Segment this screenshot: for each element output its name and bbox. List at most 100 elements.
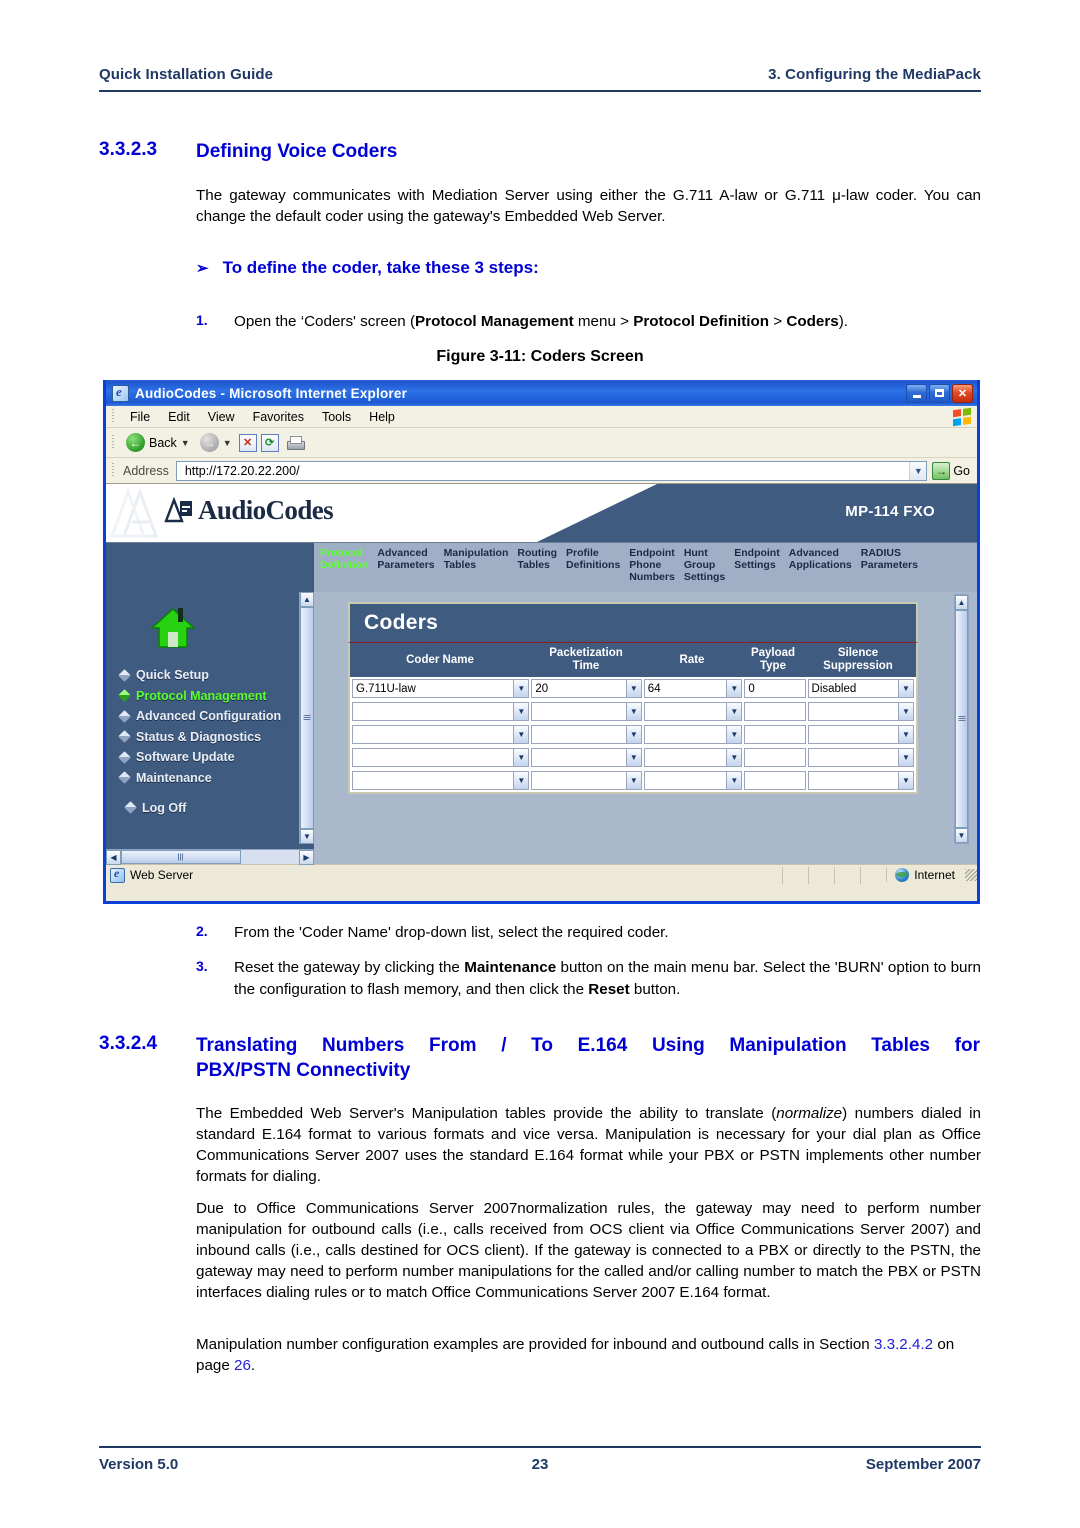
chevron-down-icon[interactable]: ▼	[898, 726, 913, 744]
silence-suppression-select[interactable]: ▼	[807, 771, 914, 791]
rate-select[interactable]: 64 ▼	[643, 679, 743, 699]
packetization-time-select[interactable]: 20 ▼	[531, 679, 642, 699]
addressbar-grip-icon[interactable]	[110, 463, 117, 478]
minimize-button[interactable]	[906, 383, 927, 403]
rate-select[interactable]: ▼	[643, 702, 743, 722]
scroll-down-icon[interactable]: ▼	[955, 828, 968, 843]
chevron-down-icon[interactable]: ▼	[625, 680, 641, 698]
coder-name-select[interactable]: ▼	[352, 725, 530, 745]
forward-dropdown-icon[interactable]: ▼	[223, 438, 232, 448]
rate-select[interactable]: ▼	[643, 725, 743, 745]
sidebar-horizontal-scrollbar[interactable]: ◀ ▶	[106, 849, 314, 865]
nav-item-protocol-definition[interactable]: Protocol Definition	[320, 547, 377, 592]
chevron-down-icon[interactable]: ▼	[898, 703, 913, 721]
chevron-down-icon[interactable]: ▼	[513, 726, 529, 744]
menu-item-favorites[interactable]: Favorites	[244, 409, 313, 425]
chevron-down-icon[interactable]: ▼	[513, 680, 529, 698]
maximize-button[interactable]	[929, 383, 950, 403]
payload-type-input[interactable]	[744, 702, 806, 722]
content-vertical-scrollbar[interactable]: ▲ ▼	[954, 594, 969, 844]
chevron-down-icon[interactable]: ▼	[898, 680, 913, 698]
nav-item-endpoint-settings[interactable]: Endpoint Settings	[734, 547, 789, 592]
nav-item-advanced-parameters[interactable]: Advanced Parameters	[377, 547, 443, 592]
packetization-time-select[interactable]: ▼	[531, 748, 642, 768]
chevron-down-icon[interactable]: ▼	[625, 703, 641, 721]
chevron-down-icon[interactable]: ▼	[513, 749, 529, 767]
home-icon[interactable]	[150, 606, 196, 650]
payload-type-input[interactable]	[744, 771, 806, 791]
silence-suppression-select[interactable]: ▼	[807, 748, 914, 768]
close-button[interactable]: ✕	[952, 383, 973, 403]
payload-type-input[interactable]	[744, 725, 806, 745]
coder-name-select[interactable]: G.711U-law ▼	[352, 679, 530, 699]
silence-suppression-select[interactable]: ▼	[807, 725, 914, 745]
nav-item-hunt-group-settings[interactable]: Hunt Group Settings	[684, 547, 734, 592]
rate-select[interactable]: ▼	[643, 771, 743, 791]
sidebar-vertical-scrollbar[interactable]: ▲ ▼	[299, 592, 314, 844]
nav-item-manipulation-tables[interactable]: Manipulation Tables	[444, 547, 518, 592]
menu-item-help[interactable]: Help	[360, 409, 404, 425]
coder-name-select[interactable]: ▼	[352, 771, 530, 791]
section-reference-link[interactable]: 3.3.2.4.2	[874, 1336, 933, 1353]
forward-button[interactable]: → ▼	[195, 432, 237, 453]
sidebar-item-log-off[interactable]: Log Off	[120, 801, 310, 815]
scroll-thumb[interactable]	[300, 607, 314, 829]
sidebar-item-quick-setup[interactable]: Quick Setup	[118, 668, 310, 682]
address-chevron-down-icon[interactable]: ▼	[909, 461, 927, 480]
nav-item-advanced-applications[interactable]: Advanced Applications	[789, 547, 861, 592]
refresh-icon[interactable]: ⟳	[260, 433, 279, 452]
silence-suppression-select[interactable]: ▼	[807, 702, 914, 722]
print-icon[interactable]	[285, 435, 305, 451]
sidebar-item-protocol-management[interactable]: Protocol Management	[118, 689, 310, 703]
stop-icon[interactable]: ✕	[238, 433, 257, 452]
address-input[interactable]: http://172.20.22.200/ ▼	[175, 460, 928, 481]
menu-item-edit[interactable]: Edit	[159, 409, 199, 425]
scroll-up-icon[interactable]: ▲	[300, 592, 314, 607]
nav-item-routing-tables[interactable]: Routing Tables	[517, 547, 566, 592]
rate-select[interactable]: ▼	[643, 748, 743, 768]
chevron-down-icon[interactable]: ▼	[625, 726, 641, 744]
nav-item-profile-definitions[interactable]: Profile Definitions	[566, 547, 629, 592]
chevron-down-icon[interactable]: ▼	[513, 772, 529, 790]
resize-grip-icon[interactable]	[965, 869, 977, 881]
scroll-right-icon[interactable]: ▶	[299, 850, 314, 865]
payload-type-input[interactable]	[744, 748, 806, 768]
sidebar-item-advanced-configuration[interactable]: Advanced Configuration	[118, 709, 310, 723]
back-dropdown-icon[interactable]: ▼	[181, 438, 190, 448]
payload-type-input[interactable]: 0	[744, 679, 806, 699]
scroll-left-icon[interactable]: ◀	[106, 850, 121, 865]
chevron-down-icon[interactable]: ▼	[898, 772, 913, 790]
nav-item-radius-parameters[interactable]: RADIUS Parameters	[861, 547, 927, 592]
chevron-down-icon[interactable]: ▼	[513, 703, 529, 721]
packetization-time-select[interactable]: ▼	[531, 725, 642, 745]
chevron-down-icon[interactable]: ▼	[726, 749, 742, 767]
chevron-down-icon[interactable]: ▼	[898, 749, 913, 767]
chevron-down-icon[interactable]: ▼	[625, 749, 641, 767]
back-button[interactable]: ← Back ▼	[121, 432, 195, 453]
chevron-down-icon[interactable]: ▼	[726, 726, 742, 744]
scroll-thumb[interactable]	[955, 610, 968, 828]
sidebar-item-status-diagnostics[interactable]: Status & Diagnostics	[118, 730, 310, 744]
silence-suppression-select[interactable]: Disabled ▼	[807, 679, 914, 699]
chevron-down-icon[interactable]: ▼	[726, 703, 742, 721]
nav-item-endpoint-phone-numbers[interactable]: Endpoint Phone Numbers	[629, 547, 684, 592]
page-reference-link[interactable]: 26	[234, 1357, 251, 1374]
chevron-down-icon[interactable]: ▼	[625, 772, 641, 790]
chevron-down-icon[interactable]: ▼	[726, 680, 742, 698]
scroll-up-icon[interactable]: ▲	[955, 595, 968, 610]
packetization-time-select[interactable]: ▼	[531, 702, 642, 722]
menu-item-file[interactable]: File	[121, 409, 159, 425]
menu-item-view[interactable]: View	[199, 409, 244, 425]
packetization-time-select[interactable]: ▼	[531, 771, 642, 791]
toolbar-grip-icon[interactable]	[110, 435, 117, 450]
scroll-thumb[interactable]	[121, 850, 241, 864]
chevron-down-icon[interactable]: ▼	[726, 772, 742, 790]
sidebar-item-software-update[interactable]: Software Update	[118, 750, 310, 764]
coder-name-select[interactable]: ▼	[352, 748, 530, 768]
sidebar-item-maintenance[interactable]: Maintenance	[118, 771, 310, 785]
go-button[interactable]: → Go	[927, 461, 977, 480]
menubar-grip-icon[interactable]	[110, 409, 117, 424]
coder-name-select[interactable]: ▼	[352, 702, 530, 722]
scroll-down-icon[interactable]: ▼	[300, 829, 314, 844]
menu-item-tools[interactable]: Tools	[313, 409, 360, 425]
